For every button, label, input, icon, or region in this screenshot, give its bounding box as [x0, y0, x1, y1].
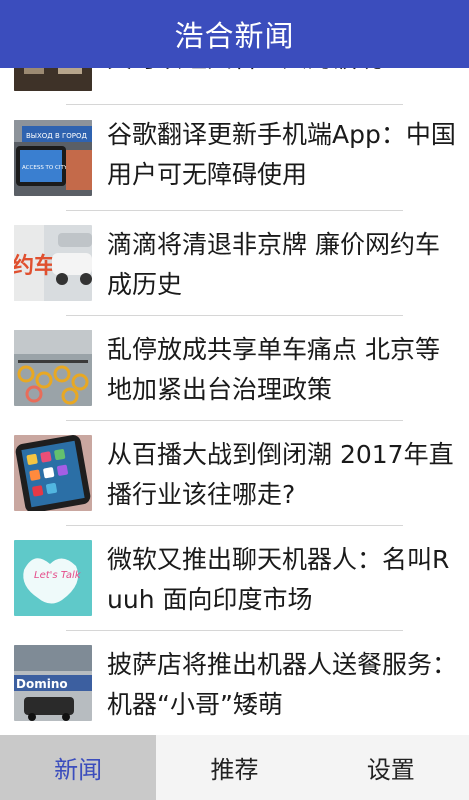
- news-divider: [66, 420, 403, 421]
- news-divider: [66, 315, 403, 316]
- translate-sign-photo-icon: ВЫХОД В ГОРОД ACCESS TO CITY: [14, 120, 92, 196]
- tab-recommend-label: 推荐: [210, 756, 259, 784]
- sign-text-en: ACCESS TO CITY: [22, 165, 68, 171]
- news-divider: [66, 525, 403, 526]
- delivery-robot-photo-icon: Domino: [14, 645, 92, 721]
- bottom-tab-bar: 新闻 推荐 设置: [0, 735, 469, 800]
- tab-recommend[interactable]: 推荐: [156, 735, 312, 800]
- tab-news[interactable]: 新闻: [0, 735, 157, 800]
- app-header: 浩合新闻: [0, 0, 469, 68]
- app-title: 浩合新闻: [174, 19, 295, 53]
- news-thumbnail: [14, 435, 92, 511]
- news-divider: [66, 630, 403, 631]
- news-item[interactable]: Domino 披萨店将推出机器人送餐服务：机器“小哥”矮萌: [0, 645, 469, 735]
- news-title: 滴滴将清退非京牌 廉价网约车成历史: [107, 230, 440, 299]
- news-thumbnail: ВЫХОД В ГОРОД ACCESS TO CITY: [14, 120, 92, 196]
- news-thumbnail: [14, 330, 92, 406]
- news-title: 乱停放成共享单车痛点 北京等地加紧出台治理政策: [107, 335, 440, 404]
- news-divider: [66, 210, 403, 211]
- news-title: 谷歌翻译更新手机端App：中国用户可无障碍使用: [107, 120, 456, 189]
- tab-news-label: 新闻: [54, 756, 103, 784]
- sign-text-ru: ВЫХОД В ГОРОД: [26, 132, 88, 140]
- shared-bikes-photo-icon: [14, 330, 92, 406]
- news-app: 大可以砸六名工人的饭碗 ВЫХОД В ГОРОД ACCESS TO CITY: [0, 0, 469, 800]
- news-list[interactable]: 大可以砸六名工人的饭碗 ВЫХОД В ГОРОД ACCESS TO CITY: [0, 0, 469, 735]
- domino-text: Domino: [16, 677, 68, 691]
- news-title: 微软又推出聊天机器人：名叫Ruuh 面向印度市场: [107, 545, 450, 614]
- news-title: 从百播大战到倒闭潮 2017年直播行业该往哪走?: [107, 440, 454, 509]
- lets-talk-photo-icon: Let's Talk: [14, 540, 92, 616]
- news-title: 披萨店将推出机器人送餐服务：机器“小哥”矮萌: [107, 650, 457, 719]
- news-divider: [66, 104, 403, 105]
- didi-car-photo-icon: 约车: [14, 225, 92, 301]
- tab-settings[interactable]: 设置: [313, 735, 469, 800]
- news-thumbnail: Domino: [14, 645, 92, 721]
- news-thumbnail: Let's Talk: [14, 540, 92, 616]
- didi-text: 约车: [14, 253, 56, 279]
- lets-talk-text: Let's Talk: [34, 570, 82, 581]
- phone-apps-photo-icon: [14, 435, 92, 511]
- news-thumbnail: 约车: [14, 225, 92, 301]
- tab-settings-label: 设置: [366, 756, 415, 784]
